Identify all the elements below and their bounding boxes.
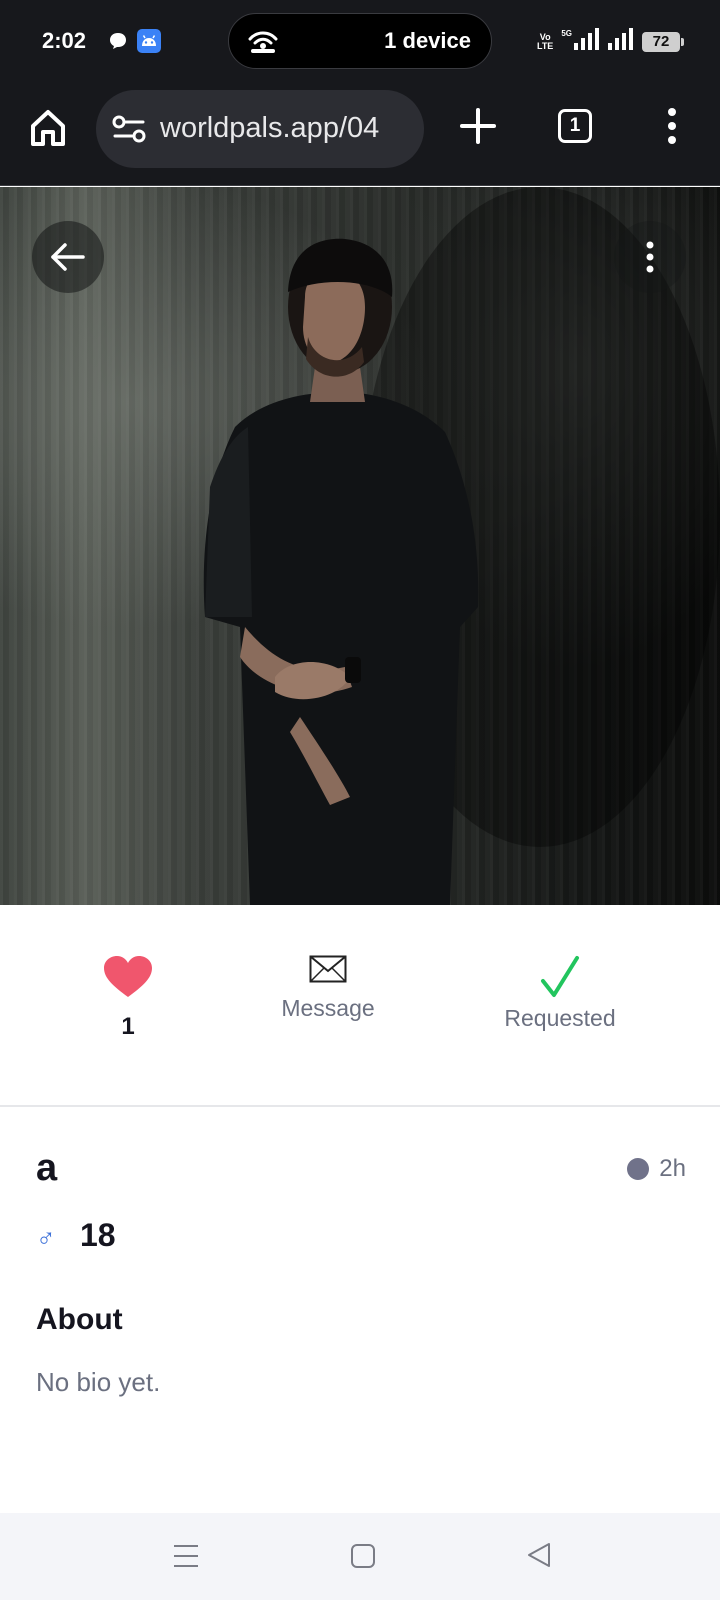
last-seen-status: 2h [627, 1155, 686, 1183]
network-type: 5G [561, 29, 572, 38]
hotspot-pill[interactable]: 1 device [228, 13, 492, 69]
status-indicators: Vo LTE 5G 72 [536, 28, 684, 55]
profile-info: a 2h ♂ 18 About No bio yet. [0, 1107, 720, 1513]
like-button[interactable]: 1 [28, 955, 228, 1041]
about-heading: About [36, 1303, 123, 1336]
last-seen-time: 2h [659, 1155, 686, 1182]
profile-name: a [36, 1147, 58, 1189]
profile-age: 18 [80, 1217, 116, 1253]
requested-button[interactable]: Requested [460, 955, 660, 1032]
envelope-icon [309, 955, 347, 983]
more-vertical-icon [646, 241, 654, 273]
person-photo-illustration [203, 187, 720, 905]
message-button[interactable]: Message [228, 955, 428, 1022]
signal-strength-icon-2 [608, 28, 634, 55]
like-count: 1 [121, 1013, 135, 1040]
status-time: 2:02 [42, 28, 87, 53]
browser-menu-icon[interactable] [664, 104, 680, 148]
requested-label: Requested [504, 1005, 616, 1031]
arrow-left-icon [51, 243, 85, 271]
browser-home-icon[interactable] [28, 106, 68, 150]
message-label: Message [281, 995, 375, 1021]
site-settings-icon[interactable] [112, 114, 146, 149]
status-dot-icon [627, 1158, 650, 1180]
checkmark-icon [541, 956, 579, 997]
photo-back-button[interactable] [32, 221, 104, 293]
heart-icon [104, 956, 152, 997]
photo-more-button[interactable] [614, 221, 686, 293]
signal-strength-icon [574, 28, 600, 55]
profile-page: 2:02 1 device Vo LTE 5G 72 worldpals.app… [0, 0, 720, 1600]
url-text: worldpals.app/04 [160, 112, 380, 144]
pill-device-count: 1 device [384, 28, 471, 53]
chat-bubble-icon [109, 32, 127, 55]
browser-toolbar: worldpals.app/04 1 [0, 82, 720, 186]
male-gender-icon: ♂ [36, 1223, 56, 1253]
address-bar[interactable]: worldpals.app/04 [96, 90, 424, 168]
profile-bio: No bio yet. [36, 1367, 161, 1397]
profile-photo [0, 187, 720, 905]
android-app-icon [137, 29, 161, 58]
battery-indicator: 72 [642, 31, 684, 52]
new-tab-icon[interactable] [456, 104, 500, 148]
status-bar: 2:02 1 device Vo LTE 5G 72 [0, 0, 720, 82]
home-icon[interactable] [350, 1543, 376, 1574]
tab-switcher-button[interactable]: 1 [558, 109, 592, 143]
back-icon[interactable] [526, 1541, 552, 1574]
hotspot-icon [247, 30, 279, 59]
system-nav-bar [0, 1513, 720, 1600]
volte-indicator: Vo LTE [536, 31, 554, 51]
recents-icon[interactable] [172, 1543, 200, 1574]
profile-actions: 1 Message Requested [0, 905, 720, 1107]
